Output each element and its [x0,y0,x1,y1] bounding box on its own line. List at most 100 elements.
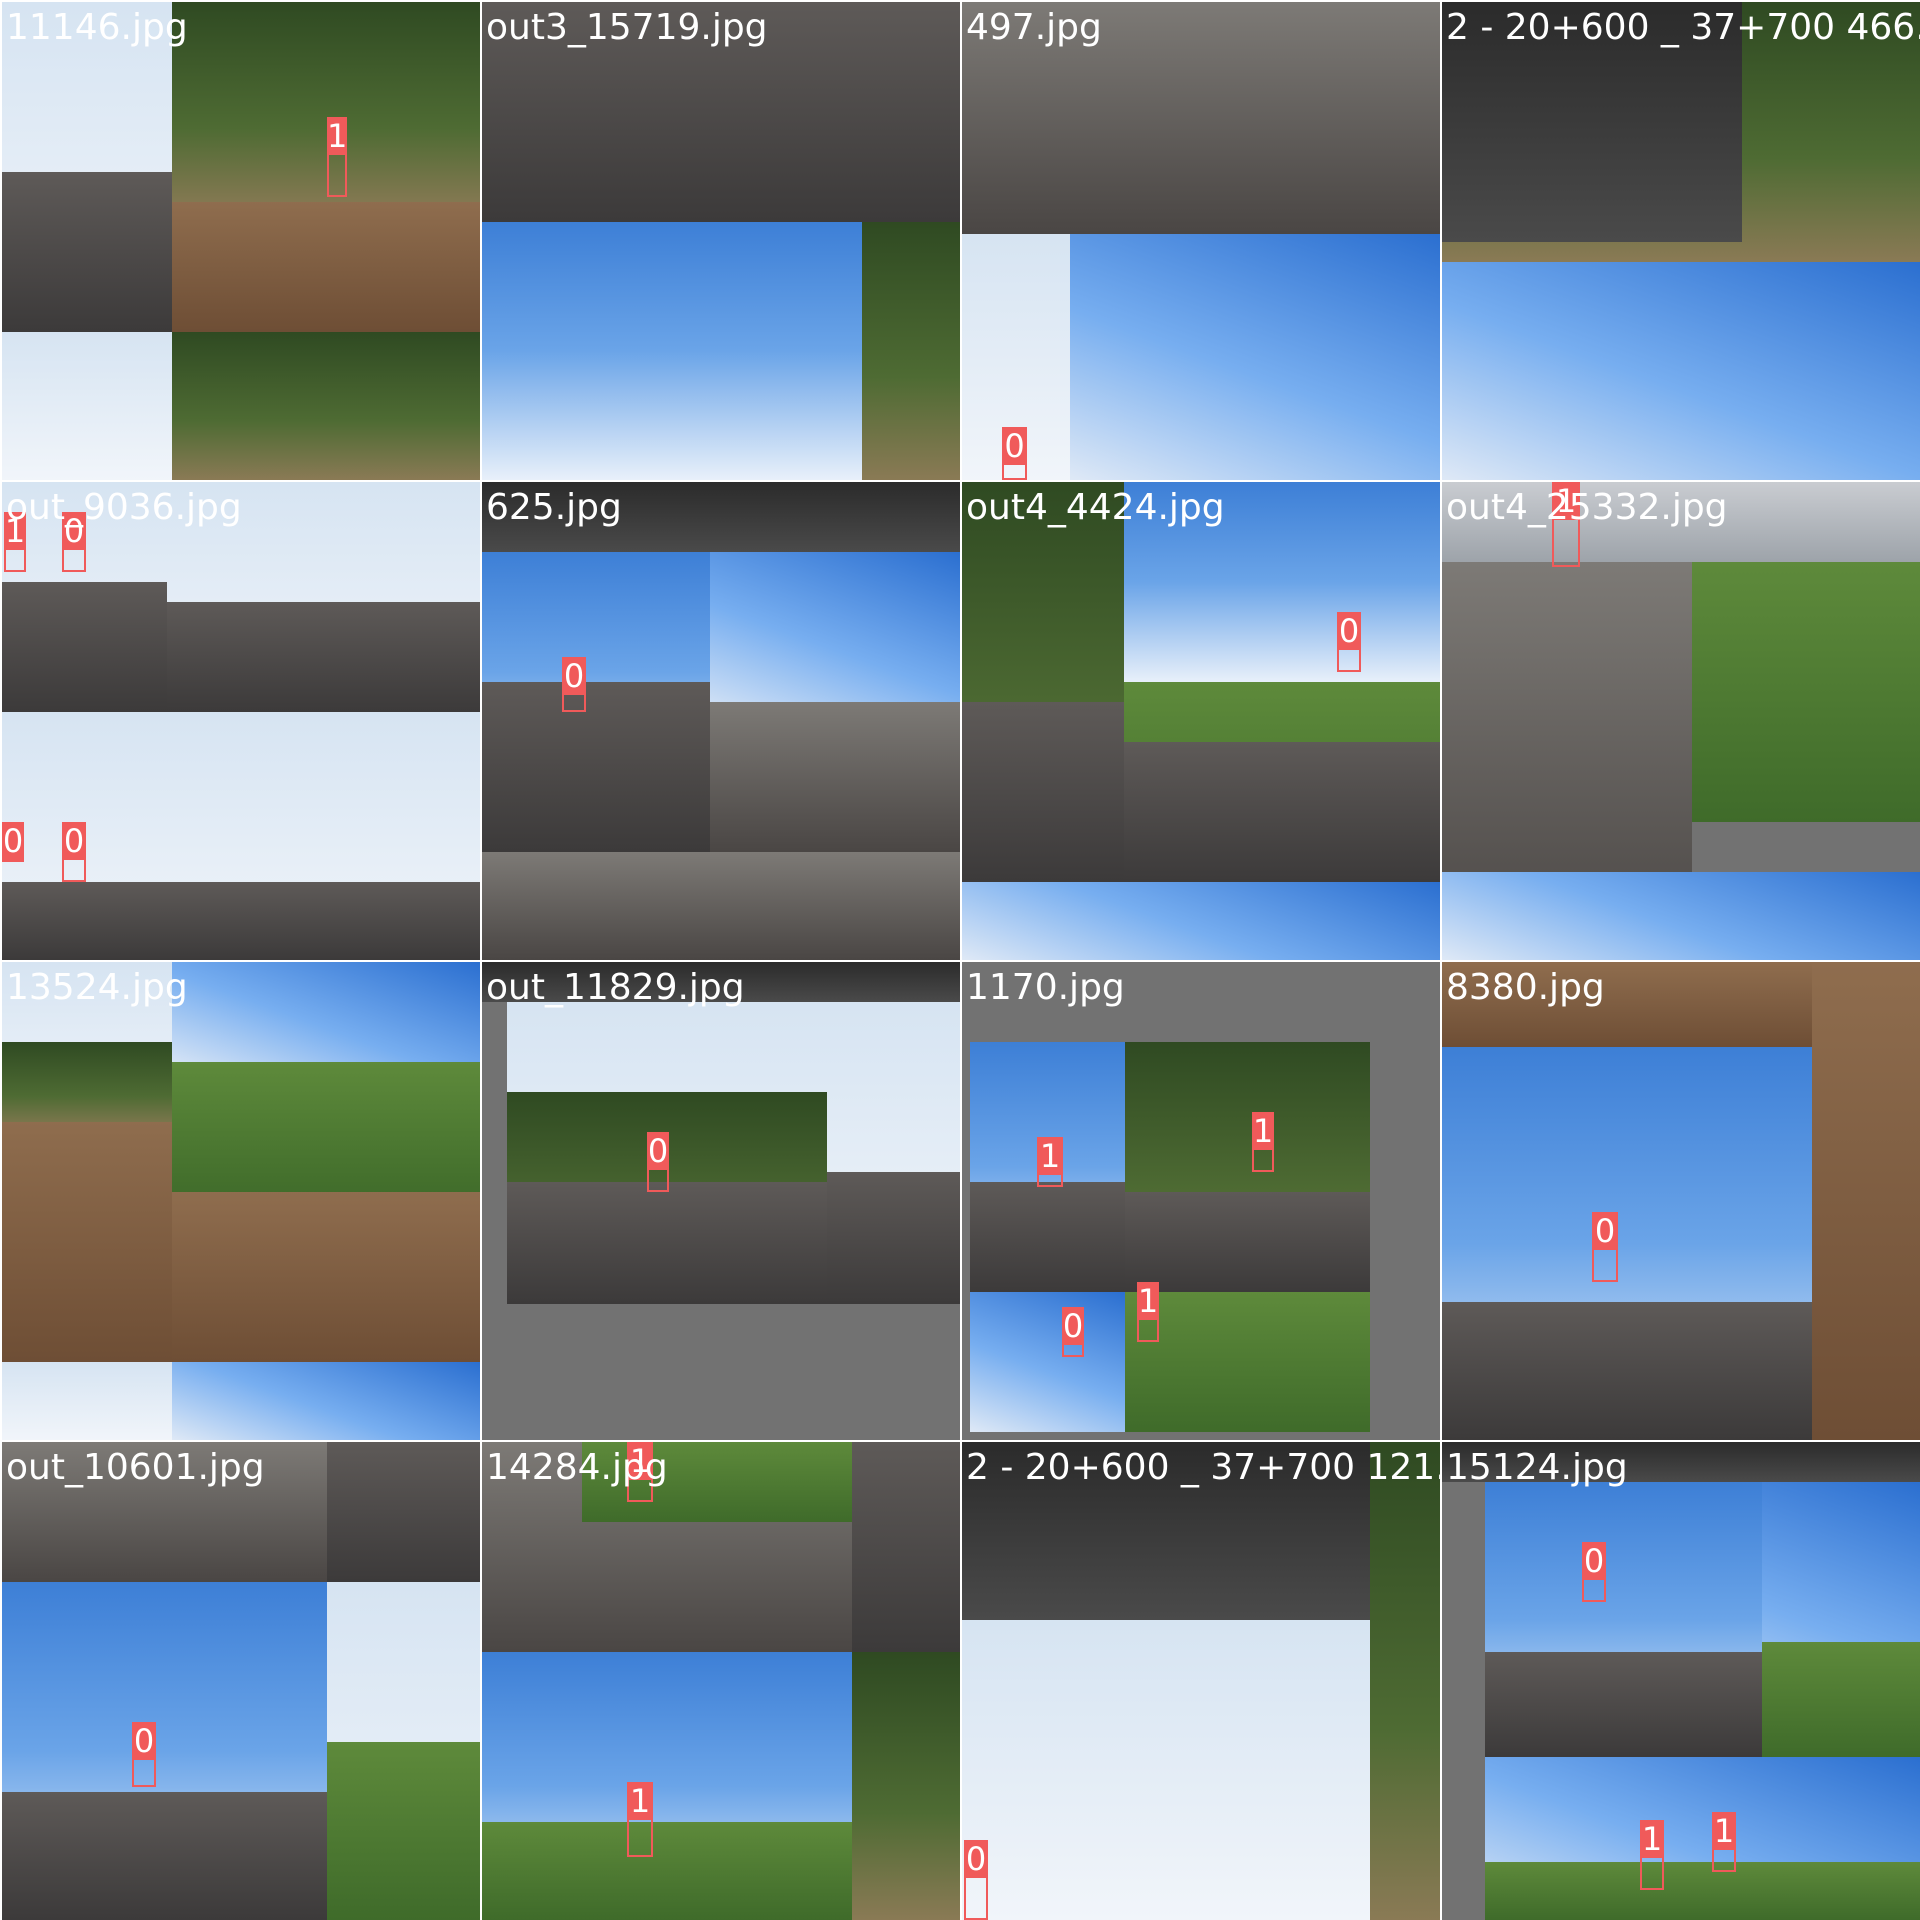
class-label: 1 [327,117,348,155]
class-label: 0 [1062,1307,1084,1345]
detection-outline [964,1876,988,1920]
detection-outline [1582,1578,1606,1602]
detection-box: 0 [2,822,24,862]
detection-outline [62,858,86,882]
photo-patch [962,882,1440,960]
class-label: 0 [1582,1542,1606,1580]
photo-patch [172,962,480,1072]
photo-patch [710,552,960,722]
detection-outline [62,548,86,572]
detection-outline [1337,648,1361,672]
photo-patch [827,1172,960,1304]
mosaic-tile: out_9036.jpg 1 0 0 0 [2,482,480,960]
photo-patch [507,1182,827,1304]
mosaic-tile: out_11829.jpg 0 [482,962,960,1440]
detection-outline [1037,1173,1063,1187]
detection-box: 0 [647,1132,669,1192]
mosaic-grid: 11146.jpg 1 out3_15719.jpg 497.jpg 0 2 - 20+6… [0,0,1920,1920]
detection-box: 1 [1252,1112,1274,1172]
tile-filename: out_9036.jpg [6,487,242,528]
class-label: 1 [1037,1137,1063,1175]
detection-box: 0 [1062,1307,1084,1357]
detection-outline [647,1168,669,1192]
photo-patch [2,1362,172,1440]
class-label: 1 [1252,1112,1274,1150]
photo-patch [172,202,480,332]
photo-patch [1442,262,1920,480]
photo-patch [1485,1862,1920,1920]
class-label: 0 [647,1132,669,1170]
tile-filename: out4_25332.jpg [1446,487,1728,528]
photo-patch [852,1652,960,1920]
detection-outline [1640,1856,1664,1890]
photo-patch [482,1822,852,1920]
mosaic-tile: out4_25332.jpg 1 [1442,482,1920,960]
detection-box: 1 [327,117,347,197]
tile-filename: out4_4424.jpg [966,487,1225,528]
photo-patch [1070,234,1440,480]
class-label: 0 [1592,1212,1618,1250]
class-label: 0 [1002,427,1027,465]
photo-patch [1370,1442,1440,1920]
mosaic-tile: 13524.jpg [2,962,480,1440]
detection-box: 0 [1592,1212,1618,1282]
class-label: 0 [562,657,586,695]
photo-patch [1125,1192,1370,1292]
detection-outline [1002,463,1027,480]
detection-outline [4,548,26,572]
mosaic-tile: 14284.jpg 1 1 [482,1442,960,1920]
photo-patch [2,172,172,332]
photo-patch [1442,1302,1812,1440]
photo-patch [327,1742,480,1920]
tile-filename: 8380.jpg [1446,967,1605,1008]
detection-box: 0 [964,1840,988,1920]
photo-patch [172,1192,480,1362]
detection-outline [132,1758,156,1787]
class-label: 0 [964,1840,988,1878]
photo-patch [1762,1642,1920,1757]
photo-patch [970,1292,1125,1432]
photo-patch [962,702,1124,882]
class-label: 1 [1640,1820,1664,1858]
mosaic-tile: 497.jpg 0 [962,2,1440,480]
class-label: 1 [1712,1812,1736,1850]
photo-patch [1442,872,1920,960]
tile-filename: 2 - 20+600 _ 37+700 466.jpg [1446,7,1920,48]
class-label: 0 [132,1722,156,1760]
detection-box: 0 [62,822,86,882]
mosaic-tile: 8380.jpg 0 [1442,962,1920,1440]
tile-filename: 11146.jpg [6,7,188,48]
detection-outline [562,693,586,712]
detection-box: 1 [1137,1282,1159,1342]
photo-patch [2,332,172,480]
mosaic-tile: out4_4424.jpg 0 [962,482,1440,960]
tile-filename: 625.jpg [486,487,622,528]
tile-filename: 1170.jpg [966,967,1125,1008]
photo-patch [2,1042,172,1132]
photo-patch [327,1442,480,1582]
photo-patch [172,1062,480,1202]
detection-outline [327,153,347,197]
detection-box: 0 [132,1722,156,1787]
mosaic-tile: 11146.jpg 1 [2,2,480,480]
photo-patch [970,1182,1125,1292]
mosaic-tile: 625.jpg 0 [482,482,960,960]
photo-patch [1124,742,1440,882]
class-label: 1 [627,1782,653,1820]
photo-patch [962,1620,1370,1920]
photo-patch [862,222,960,480]
photo-patch [167,882,480,960]
detection-box: 1 [1640,1820,1664,1890]
photo-patch [852,1442,960,1652]
photo-patch [172,332,480,480]
mosaic-tile: 15124.jpg 0 1 1 [1442,1442,1920,1920]
class-label: 0 [62,822,86,860]
mosaic-tile: 2 - 20+600 _ 37+700 121.jpg 0 [962,1442,1440,1920]
photo-patch [172,1362,480,1440]
photo-patch [1485,1652,1762,1757]
photo-patch [2,882,167,960]
tile-filename: 15124.jpg [1446,1447,1628,1488]
detection-outline [627,1818,653,1857]
detection-box: 0 [562,657,586,712]
detection-box: 0 [1002,427,1027,480]
